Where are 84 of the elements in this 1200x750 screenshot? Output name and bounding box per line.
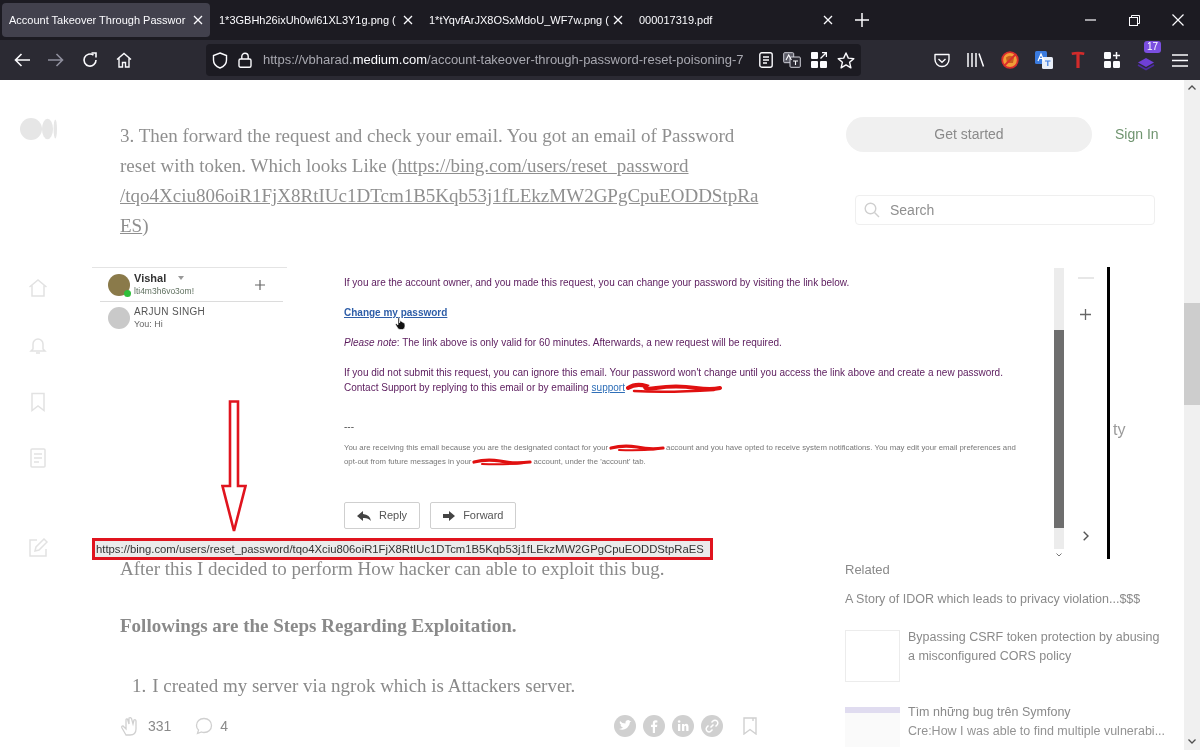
forward-arrow-icon <box>443 510 456 521</box>
contact-name[interactable]: ARJUN SINGH <box>134 305 206 318</box>
status-url: https://bing.com/users/reset_password/tqo4Xciu806oiR1FjX8RtIUc1DTcm1B5Kqb53j1fLEkzMW2GPgCpuEODDStpRaES <box>96 542 704 556</box>
related-story-title[interactable]: Tìm những bug trên Symfony <box>908 703 1166 722</box>
browser-tab[interactable]: 1*tYqvfArJX8OSxMdoU_WF7w.png ( <box>422 3 630 37</box>
message-preview: You: Hi <box>134 318 164 331</box>
lock-icon[interactable] <box>238 52 252 68</box>
change-password-link[interactable]: Change my password <box>344 305 448 320</box>
account-status: lti4m3h6vo3om! <box>134 284 194 298</box>
document-icon[interactable] <box>759 52 773 68</box>
reply-button[interactable]: Reply <box>344 502 421 529</box>
account-name: Vishal <box>134 271 167 285</box>
chevron-right-icon[interactable] <box>1082 531 1089 541</box>
browser-tab[interactable]: 1*3GBHh26ixUh0wl61XL3Y1g.png ( <box>212 3 420 37</box>
restore-icon[interactable] <box>1128 14 1140 26</box>
pocket-icon[interactable] <box>934 52 950 68</box>
search-field[interactable]: Search <box>855 195 1155 225</box>
article-text: reset with token. Which looks Like ( <box>120 154 398 178</box>
get-started-button[interactable]: Get started <box>846 117 1092 152</box>
list-item-text: I created my server via ngrok which is Attackers server. <box>152 674 576 698</box>
thumbnail-image[interactable] <box>845 707 900 747</box>
close-icon[interactable] <box>193 15 203 25</box>
menu-icon[interactable] <box>1172 53 1188 67</box>
related-story-title[interactable]: A Story of IDOR which leads to privacy violation...$$$ <box>845 590 1184 608</box>
email-text: If you are the account owner, and you made this request, you can change your password by visiting the link below. <box>344 276 851 290</box>
translate-icon[interactable] <box>783 52 801 68</box>
comment-count: 4 <box>220 717 229 736</box>
close-icon[interactable] <box>613 15 623 25</box>
article-link[interactable]: https://bing.com/users/reset_password <box>397 151 689 181</box>
address-bar[interactable]: https://vbharad.medium.com/account-takeover-through-password-reset-poisoning-7 <box>206 44 861 76</box>
scrollbar-thumb[interactable] <box>1054 330 1064 528</box>
article-paragraph: After this I decided to perform How hacker can able to exploit this bug. <box>120 557 666 581</box>
url-text: https://vbharad.medium.com/account-takeover-through-password-reset-poisoning-7 <box>263 51 744 70</box>
caret-icon[interactable] <box>178 276 185 280</box>
letter-t-icon[interactable] <box>1071 51 1085 69</box>
email-separator: --- <box>344 420 355 434</box>
article-text: ) <box>142 214 149 238</box>
close-icon[interactable] <box>1172 14 1184 26</box>
cut-off-text: ty <box>1113 420 1126 440</box>
translate-icon[interactable] <box>1035 51 1053 69</box>
forward-button[interactable]: Forward <box>430 502 517 529</box>
article-link[interactable]: ES <box>120 211 143 241</box>
caret-down-icon[interactable] <box>1188 739 1196 744</box>
close-icon[interactable] <box>823 15 833 25</box>
article-link[interactable]: /tqo4Xciu806oiR1FjX8RtIUc1DTcm1B5Kqb53j1fLEkzMW2GPgCpuEODDStpRa <box>120 181 759 211</box>
reload-icon[interactable] <box>82 52 98 68</box>
notification-badge: 17 <box>1143 41 1161 53</box>
close-icon[interactable] <box>403 15 413 25</box>
avatar <box>108 307 130 329</box>
forward-arrow-icon[interactable] <box>48 53 64 67</box>
email-text: If you did not submit this request, you can ignore this email. Your password won't change until you access the link above and create a new password. <box>344 366 1004 380</box>
caret-down-icon[interactable] <box>1056 553 1062 557</box>
article-heading: Followings are the Steps Regarding Exploitation. <box>120 614 518 638</box>
minimize-icon[interactable] <box>1084 19 1096 21</box>
list-number: 1. <box>132 674 147 698</box>
reply-arrow-icon <box>357 510 371 521</box>
scrollbar-thumb[interactable] <box>1184 303 1200 405</box>
add-grid-icon[interactable] <box>1104 52 1120 68</box>
sign-in-link[interactable]: Sign In <box>1115 124 1159 145</box>
shield-icon[interactable] <box>212 51 228 69</box>
related-heading: Related <box>845 562 891 578</box>
plus-icon[interactable] <box>1080 309 1091 320</box>
redaction-mark <box>472 458 533 466</box>
support-link[interactable]: support <box>591 380 625 395</box>
avatar <box>108 273 130 296</box>
email-text: Please note: The link above is only valid for 60 minutes. Afterwards, a new request will be required. <box>344 336 783 350</box>
article-text: 3. Then forward the request and check your email. You got an email of Password <box>120 124 735 148</box>
browser-tab[interactable]: Account Takeover Through Passwor <box>2 3 210 37</box>
caret-up-icon[interactable] <box>1188 85 1196 90</box>
related-story-subtitle: Cre:How I was able to find multiple vulnerabi... <box>908 723 1166 740</box>
browser-tab[interactable]: 000017319.pdf <box>632 3 840 37</box>
search-icon <box>864 202 880 218</box>
scrollbar[interactable] <box>1184 80 1200 750</box>
grid-icon[interactable] <box>811 52 827 68</box>
redaction-mark <box>609 444 666 452</box>
clap-count: 331 <box>148 717 172 736</box>
related-story-title[interactable]: Bypassing CSRF token protection by abusing <box>908 628 1160 647</box>
back-arrow-icon[interactable] <box>14 53 30 67</box>
books-icon[interactable] <box>967 52 985 68</box>
star-icon[interactable] <box>837 51 855 69</box>
hand-cursor-icon <box>395 317 406 330</box>
email-text: Contact Support by replying to this email or by emailing <box>344 381 589 395</box>
related-story-title[interactable]: a misconfigured CORS policy <box>908 647 1160 666</box>
blocked-circle-icon[interactable] <box>1001 51 1019 69</box>
